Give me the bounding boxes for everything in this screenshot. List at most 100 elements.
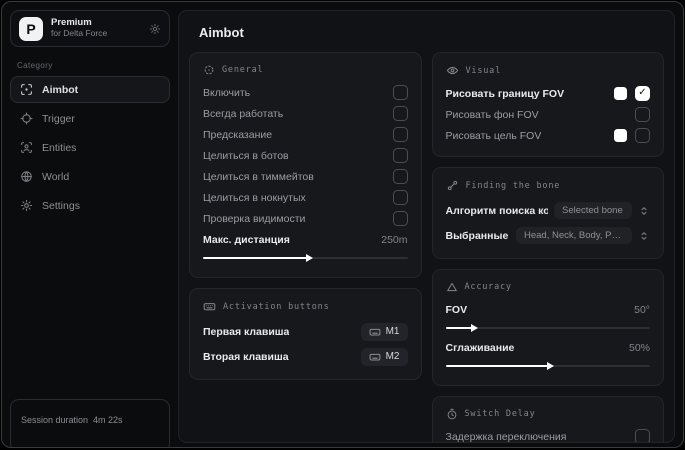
sidebar-item-aimbot[interactable]: Aimbot [10, 76, 170, 103]
sidebar-item-label: Trigger [42, 112, 75, 125]
toggle-row: Включить [203, 82, 408, 103]
unfold-icon[interactable] [638, 230, 650, 242]
color-swatch[interactable] [614, 87, 627, 100]
toggle-row: Проверка видимости [203, 208, 408, 229]
toggle-row: Целиться в нокнутых [203, 187, 408, 208]
toggle-row: Предсказание [203, 124, 408, 145]
keybind-label: Вторая клавиша [203, 350, 289, 363]
toggle-label: Целиться в тиммейтов [203, 170, 314, 183]
keybind-row: Первая клавиша M1 [203, 319, 408, 344]
stopwatch-icon [446, 408, 458, 420]
toggle-label: Рисовать фон FOV [445, 108, 539, 121]
page-title: Aimbot [199, 25, 244, 40]
slider-row-header: FOV 50° [446, 299, 651, 320]
keybind-button[interactable]: M1 [360, 322, 408, 341]
eye-icon [446, 64, 459, 77]
sidebar-item-world[interactable]: World [10, 163, 170, 190]
sidebar-item-label: Entities [42, 141, 77, 154]
session-duration-value: 4m 22s [93, 415, 123, 425]
checkbox[interactable] [635, 128, 650, 143]
toggle-row: Целиться в тиммейтов [203, 166, 408, 187]
triangle-icon [446, 281, 458, 293]
finding-bone-card: Finding the bone Алгоритм поиска кост Se… [431, 167, 664, 259]
toggle-label: Целиться в нокнутых [203, 191, 306, 204]
session-duration-label: Session duration [21, 415, 89, 425]
checkbox[interactable] [392, 85, 408, 100]
checkbox[interactable] [392, 211, 408, 226]
card-title: Finding the bone [465, 180, 561, 191]
max-distance-slider[interactable] [203, 252, 408, 264]
slider-value: 250m [381, 233, 408, 246]
toggle-row: Целиться в ботов [203, 145, 408, 166]
crosshair-icon [20, 112, 33, 125]
keybind-row: Вторая клавиша M2 [203, 344, 408, 369]
main-panel: Aimbot General Включить Всегда работать … [178, 10, 675, 443]
checkbox[interactable] [635, 107, 650, 122]
toggle-label: Проверка видимости [203, 212, 306, 225]
toggle-row: Задержка переключения [445, 426, 650, 443]
slider-value: 50° [634, 303, 650, 316]
toggle-row: Рисовать границу FOV ✓ [445, 83, 650, 104]
select-row: Алгоритм поиска кост Selected bone [446, 198, 651, 223]
toggle-label: Рисовать границу FOV [445, 87, 565, 100]
left-column: General Включить Всегда работать Предска… [189, 52, 422, 390]
color-swatch[interactable] [614, 129, 627, 142]
select-label: Выбранные кос [445, 229, 511, 242]
toggle-label: Предсказание [203, 128, 273, 141]
right-column: Visual Рисовать границу FOV ✓ Рисовать ф… [431, 52, 664, 443]
accuracy-card: Accuracy FOV 50° Сглаживание 50% [431, 269, 664, 386]
sidebar: P Premium for Delta Force Category Aimbo… [2, 2, 178, 447]
activation-buttons-card: Activation buttons Первая клавиша M1 Вто… [189, 288, 422, 380]
card-title: Visual [465, 65, 502, 76]
slider-value: 50% [628, 341, 650, 354]
slider-handle[interactable] [306, 254, 314, 262]
app-window: P Premium for Delta Force Category Aimbo… [1, 1, 684, 448]
checkbox[interactable]: ✓ [635, 86, 650, 101]
keyboard-icon [369, 351, 381, 363]
globe-icon [20, 170, 33, 183]
checkbox[interactable] [392, 148, 408, 163]
sidebar-item-label: World [42, 170, 70, 183]
sidebar-item-settings[interactable]: Settings [10, 192, 170, 219]
gear-icon [20, 199, 33, 212]
keybind-label: Первая клавиша [203, 325, 290, 338]
slider-handle[interactable] [546, 362, 554, 370]
target-dashed-icon [203, 64, 215, 76]
checkbox[interactable] [635, 429, 650, 442]
premium-meta: Premium for Delta Force [51, 17, 141, 39]
select-row: Выбранные кос Head, Neck, Body, Pe... [446, 223, 651, 248]
keyboard-icon [203, 300, 216, 313]
card-title: Accuracy [464, 282, 512, 292]
sidebar-item-trigger[interactable]: Trigger [10, 105, 170, 132]
toggle-label: Всегда работать [203, 107, 284, 120]
checkbox[interactable] [392, 106, 408, 121]
smoothing-slider[interactable] [445, 360, 650, 372]
slider-handle[interactable] [471, 324, 479, 332]
toggle-label: Включить [203, 86, 251, 99]
general-card: General Включить Всегда работать Предска… [189, 52, 422, 278]
gear-icon[interactable] [149, 23, 161, 35]
select-label: Алгоритм поиска кост [445, 204, 549, 217]
visual-card: Visual Рисовать границу FOV ✓ Рисовать ф… [431, 52, 664, 157]
switch-delay-card: Switch Delay Задержка переключения Задер… [431, 396, 664, 443]
slider-label: FOV [445, 303, 468, 316]
user-scan-icon [20, 141, 33, 154]
bone-algorithm-select[interactable]: Selected bone [554, 202, 632, 219]
keyboard-icon [369, 326, 381, 338]
toggle-label: Целиться в ботов [203, 149, 289, 162]
unfold-icon[interactable] [638, 205, 650, 217]
checkbox[interactable] [392, 169, 408, 184]
fov-slider[interactable] [445, 322, 650, 334]
selected-bones-select[interactable]: Head, Neck, Body, Pe... [516, 227, 632, 244]
card-title: Switch Delay [464, 409, 536, 419]
toggle-row: Рисовать цель FOV [445, 125, 650, 146]
checkbox[interactable] [392, 127, 408, 142]
keybind-button[interactable]: M2 [360, 347, 408, 366]
toggle-label: Рисовать цель FOV [445, 129, 542, 142]
toggle-label: Задержка переключения [445, 430, 567, 443]
card-title: Activation buttons [223, 301, 330, 312]
sidebar-item-entities[interactable]: Entities [10, 134, 170, 161]
category-label: Category [17, 61, 53, 70]
checkbox[interactable] [392, 190, 408, 205]
session-duration-box: Session duration 4m 22s [10, 399, 170, 447]
